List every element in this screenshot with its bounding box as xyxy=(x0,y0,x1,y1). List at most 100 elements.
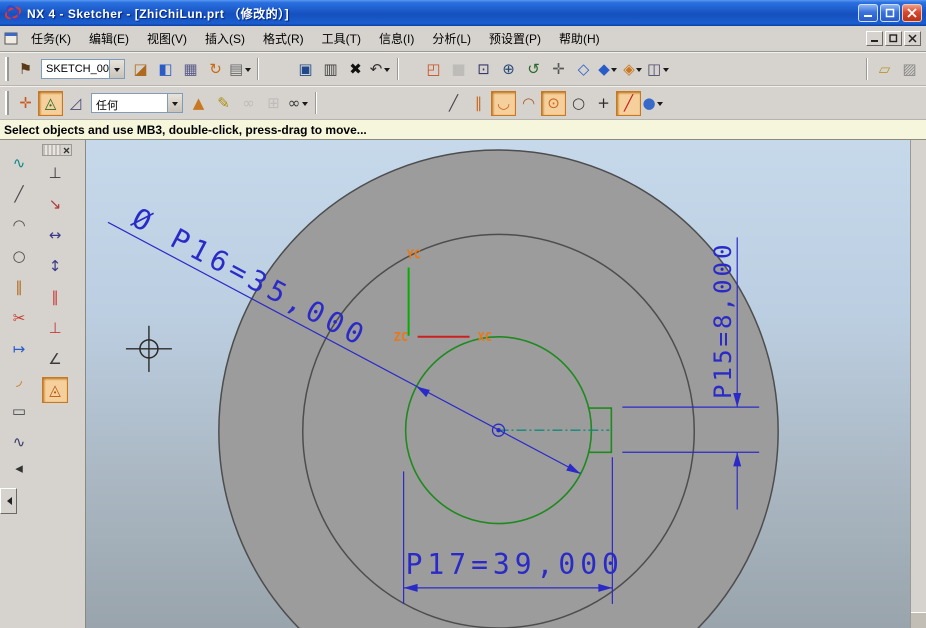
delete-button[interactable]: ✖ xyxy=(343,57,368,82)
update-model-button[interactable]: ↻ xyxy=(203,57,228,82)
menu-item-9[interactable]: 预设置(P) xyxy=(480,27,550,50)
vertical-dimension-button[interactable]: ↕ xyxy=(42,253,68,279)
quick-extend-button[interactable]: ↦ xyxy=(6,336,32,362)
visual-preferences-button[interactable]: ∞ xyxy=(286,91,311,116)
circle-tool-button[interactable]: ○ xyxy=(566,91,591,116)
chevron-down-icon[interactable] xyxy=(382,58,391,81)
menu-item-1[interactable]: 任务(K) xyxy=(22,27,80,50)
zoom-in-out-button[interactable]: ⊕ xyxy=(496,57,521,82)
workspace: ∿ ╱ ◠ ○ ∥ ✂ ↦ ◞ ▭ ∿ ◂ ⊥ ↘ ↔ ↕ ∥ ⊥ ∠ ◬ xyxy=(0,140,926,628)
sketch-curves-palette: ∿ ╱ ◠ ○ ∥ ✂ ↦ ◞ ▭ ∿ ◂ xyxy=(6,150,32,476)
snap-point-button[interactable]: ✛ xyxy=(13,91,38,116)
arc-tool-button[interactable]: ◠ xyxy=(6,212,32,238)
restore-button[interactable] xyxy=(880,4,900,22)
toolbar-grip[interactable] xyxy=(5,57,9,81)
chevron-down-icon[interactable] xyxy=(610,58,619,81)
cascade-windows-button[interactable]: ◰ xyxy=(421,57,446,82)
angle-dimension-button[interactable]: ∠ xyxy=(42,346,68,372)
profile-tool-button[interactable]: ∿ xyxy=(6,150,32,176)
show-all-constraints-button[interactable]: ◬ xyxy=(42,377,68,403)
chevron-down-icon[interactable] xyxy=(243,58,252,81)
rotate-view-button[interactable]: ↺ xyxy=(521,57,546,82)
sketch-name-combo[interactable]: SKETCH_000 xyxy=(41,59,125,79)
chevron-down-icon[interactable] xyxy=(635,58,644,81)
more-curves-icon: ◂ xyxy=(15,461,23,476)
finish-sketch-button[interactable]: ⚑ xyxy=(13,57,38,82)
pan-view-button[interactable]: ✛ xyxy=(546,57,571,82)
measure-button[interactable]: ▱ xyxy=(872,57,897,82)
perspective-button[interactable]: ◇ xyxy=(571,57,596,82)
keyway-dim-text[interactable]: P15=8,000 xyxy=(709,241,737,399)
constraints-button[interactable]: ⊥ xyxy=(42,160,68,186)
menu-item-7[interactable]: 信息(I) xyxy=(370,27,423,50)
close-icon[interactable] xyxy=(61,145,71,155)
wireframe-view-button[interactable]: ◈ xyxy=(621,57,646,82)
chain-select-button[interactable]: ∞ xyxy=(236,91,261,116)
chevron-down-icon[interactable] xyxy=(661,58,670,81)
undo-button[interactable]: ↶ xyxy=(368,57,393,82)
menu-item-8[interactable]: 分析(L) xyxy=(423,27,480,50)
save-button[interactable]: ▣ xyxy=(293,57,318,82)
derived-line-button[interactable]: ∥ xyxy=(466,91,491,116)
toolbar-separator xyxy=(315,92,317,114)
collapse-dock-button[interactable] xyxy=(0,488,17,514)
fillet-tool-button[interactable]: ◡ xyxy=(491,91,516,116)
quick-trim-button[interactable]: ✂ xyxy=(6,305,32,331)
annotation-button[interactable]: ▨ xyxy=(897,57,922,82)
sketch-viewport[interactable]: YC ZC XC Ø P16=35,000 xyxy=(86,140,910,628)
display-options-button[interactable]: ▤ xyxy=(228,57,253,82)
toolbar-grip[interactable] xyxy=(5,91,9,115)
circle-center-tool-button[interactable]: ⊙ xyxy=(541,91,566,116)
minimize-button[interactable] xyxy=(858,4,878,22)
chevron-down-icon[interactable] xyxy=(300,92,309,115)
menu-item-10[interactable]: 帮助(H) xyxy=(550,27,609,50)
menu-item-2[interactable]: 编辑(E) xyxy=(80,27,138,50)
menu-item-4[interactable]: 插入(S) xyxy=(196,27,254,50)
maximize-view-button[interactable]: ■ xyxy=(446,57,471,82)
chevron-down-icon[interactable] xyxy=(656,92,665,115)
spline-tool-icon: ∿ xyxy=(13,435,26,450)
child-restore-button[interactable] xyxy=(885,31,902,46)
reattach-sketch-button[interactable]: ◪ xyxy=(128,57,153,82)
dimension-button[interactable]: ↘ xyxy=(42,191,68,217)
sketch-grid-button[interactable]: ▦ xyxy=(178,57,203,82)
parallel-constraint-button[interactable]: ∥ xyxy=(42,284,68,310)
studio-spline-button[interactable]: ● xyxy=(641,91,666,116)
fillet-button[interactable]: ◞ xyxy=(6,367,32,393)
line-tool-button[interactable]: ╱ xyxy=(6,181,32,207)
close-button[interactable] xyxy=(902,4,922,22)
horizontal-dimension-button[interactable]: ↔ xyxy=(42,222,68,248)
grid-snap-button[interactable]: ⊞ xyxy=(261,91,286,116)
chevron-down-icon[interactable] xyxy=(109,60,124,78)
arc-tool-button[interactable]: ◠ xyxy=(516,91,541,116)
width-dim-text[interactable]: P17=39,000 xyxy=(406,548,624,581)
quick-trim-button[interactable]: ╱ xyxy=(616,91,641,116)
more-curves-button[interactable]: ◂ xyxy=(6,460,32,476)
spline-tool-button[interactable]: ∿ xyxy=(6,429,32,455)
print-button[interactable]: ▥ xyxy=(318,57,343,82)
palette-titlebar[interactable] xyxy=(42,144,72,156)
right-scrollbar[interactable] xyxy=(910,140,926,628)
circle-tool-button[interactable]: ○ xyxy=(6,243,32,269)
auto-constrain-button[interactable]: ◬ xyxy=(38,91,63,116)
line-tool-button[interactable]: ╱ xyxy=(441,91,466,116)
menu-item-6[interactable]: 工具(T) xyxy=(313,27,370,50)
derived-lines-button[interactable]: ∥ xyxy=(6,274,32,300)
menu-item-3[interactable]: 视图(V) xyxy=(138,27,196,50)
auto-dimension-button[interactable]: ◿ xyxy=(63,91,88,116)
selection-filter-combo[interactable]: 任何 xyxy=(91,93,183,113)
child-minimize-button[interactable] xyxy=(866,31,883,46)
create-note-button[interactable]: ✎ xyxy=(211,91,236,116)
rectangle-tool-button[interactable]: ▭ xyxy=(6,398,32,424)
view-layout-button[interactable]: ◫ xyxy=(646,57,671,82)
menu-item-5[interactable]: 格式(R) xyxy=(254,27,313,50)
perpendicular-constraint-button[interactable]: ⊥ xyxy=(42,315,68,341)
child-close-button[interactable] xyxy=(904,31,921,46)
zoom-box-button[interactable]: ⊡ xyxy=(471,57,496,82)
sketch-canvas[interactable]: YC ZC XC Ø P16=35,000 xyxy=(85,140,910,628)
point-tool-button[interactable]: + xyxy=(591,91,616,116)
snap-angle-button[interactable]: ▲ xyxy=(186,91,211,116)
chevron-down-icon[interactable] xyxy=(167,94,182,112)
orient-view-to-sketch-button[interactable]: ◧ xyxy=(153,57,178,82)
shaded-view-button[interactable]: ◆ xyxy=(596,57,621,82)
